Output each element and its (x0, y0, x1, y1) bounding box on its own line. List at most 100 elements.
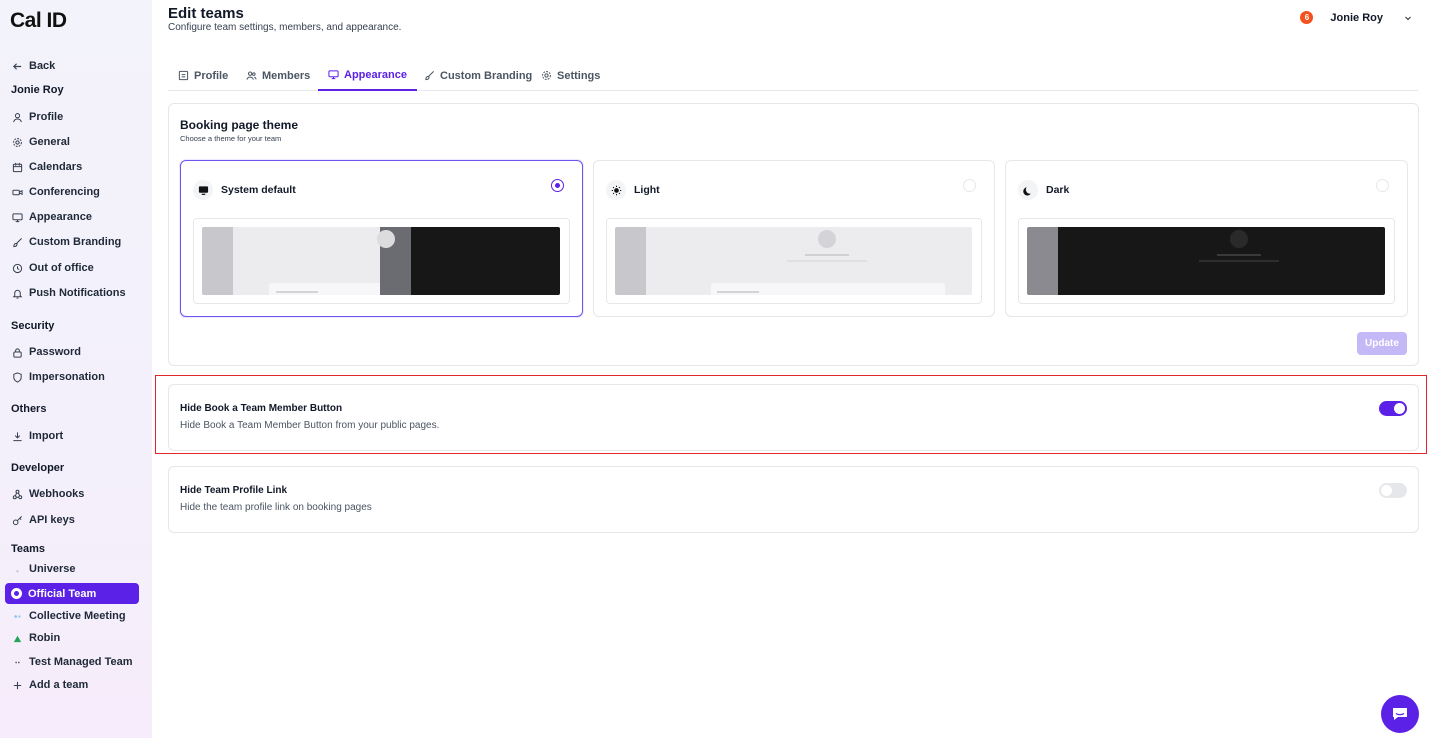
sidebar-item-label: Test Managed Team (29, 656, 133, 668)
account-name: Jonie Roy (11, 84, 64, 96)
theme-option-label: System default (221, 184, 296, 196)
theme-subtitle: Choose a theme for your team (180, 134, 282, 143)
sidebar-item-api-keys[interactable]: API keys (11, 510, 75, 530)
sidebar-team-official-team[interactable]: Official Team (5, 583, 139, 604)
sun-icon (606, 180, 626, 200)
theme-option-label: Light (634, 184, 660, 196)
calendar-icon (11, 161, 23, 173)
user-name: Jonie Roy (1330, 11, 1383, 24)
section-others: Others (11, 403, 47, 415)
tab-appearance[interactable]: Appearance (318, 60, 417, 91)
setting-title: Hide Book a Team Member Button (180, 403, 343, 414)
update-button[interactable]: Update (1357, 332, 1407, 355)
sidebar-item-appearance[interactable]: Appearance (11, 207, 92, 227)
monitor-icon (193, 180, 213, 200)
sidebar-item-label: Appearance (29, 211, 92, 223)
sidebar-item-general[interactable]: General (11, 132, 70, 152)
hide-book-button-toggle[interactable] (1379, 401, 1407, 416)
theme-radio[interactable] (1376, 179, 1389, 192)
section-teams: Teams (11, 543, 46, 555)
tab-label: Members (262, 69, 311, 82)
hide-profile-link-setting: Hide Team Profile Link Hide the team pro… (168, 466, 1419, 533)
sidebar-item-calendars[interactable]: Calendars (11, 157, 82, 177)
key-icon (11, 514, 23, 526)
sidebar-item-label: Custom Branding (29, 236, 122, 248)
sidebar-team-universe[interactable]: Universe (11, 559, 75, 579)
theme-option-header: Dark (1018, 180, 1069, 200)
theme-radio[interactable] (963, 179, 976, 192)
arrow-left-icon (11, 60, 23, 72)
sidebar-item-label: Password (29, 346, 81, 358)
brush-icon (11, 236, 23, 248)
sidebar-item-label: Profile (29, 111, 64, 123)
add-team-button[interactable]: Add a team (11, 675, 88, 695)
sidebar-item-label: General (29, 136, 70, 148)
booking-theme-card: Booking page theme Choose a theme for yo… (168, 103, 1419, 366)
sidebar-item-impersonation[interactable]: Impersonation (11, 367, 105, 387)
sidebar-item-label: API keys (29, 514, 75, 526)
sidebar-item-conferencing[interactable]: Conferencing (11, 182, 100, 202)
setting-description: Hide the team profile link on booking pa… (180, 502, 372, 513)
sidebar-item-password[interactable]: Password (11, 342, 81, 362)
video-icon (11, 186, 23, 198)
webhook-icon (11, 488, 23, 500)
tab-bar: Profile Members Appearance Custom Brandi… (168, 60, 1418, 91)
sidebar-item-label: Calendars (29, 161, 83, 173)
chat-support-button[interactable] (1381, 695, 1419, 733)
sidebar-item-profile[interactable]: Profile (11, 107, 63, 127)
lock-icon (11, 346, 23, 358)
monitor-icon (11, 211, 23, 223)
monitor-icon (328, 70, 339, 80)
profile-card-icon (178, 70, 189, 81)
hide-profile-link-toggle[interactable] (1379, 483, 1407, 498)
user-icon (11, 111, 23, 123)
tab-members[interactable]: Members (236, 60, 320, 91)
sidebar-item-label: Push Notifications (29, 287, 126, 299)
sidebar-item-custom-branding[interactable]: Custom Branding (11, 232, 121, 252)
notification-badge[interactable]: 6 (1300, 11, 1314, 24)
page-title: Edit teams (168, 5, 244, 22)
download-icon (11, 430, 23, 442)
app-logo[interactable]: Cal ID (10, 9, 67, 33)
add-team-label: Add a team (29, 679, 89, 691)
sidebar-item-label: Webhooks (29, 488, 85, 500)
sidebar-item-webhooks[interactable]: Webhooks (11, 484, 84, 504)
tab-custom-branding[interactable]: Custom Branding (414, 60, 542, 91)
tab-label: Appearance (344, 68, 407, 81)
theme-preview (606, 218, 982, 304)
theme-option-light[interactable]: Light (593, 160, 995, 317)
team-logo-icon (11, 632, 23, 644)
sidebar-item-import[interactable]: Import (11, 426, 63, 446)
team-logo-icon (11, 563, 23, 575)
section-security: Security (11, 320, 55, 332)
sidebar-item-push-notifications[interactable]: Push Notifications (11, 283, 126, 303)
sidebar-item-label: Collective Meeting (29, 610, 126, 622)
theme-radio[interactable] (551, 179, 564, 192)
theme-option-dark[interactable]: Dark (1005, 160, 1408, 317)
sidebar-item-out-of-office[interactable]: Out of office (11, 258, 94, 278)
sidebar-item-label: Import (29, 430, 64, 442)
sidebar-team-test-managed-team[interactable]: Test Managed Team (11, 652, 133, 672)
theme-option-label: Dark (1046, 184, 1070, 196)
sidebar-team-robin[interactable]: Robin (11, 628, 60, 648)
theme-option-system-default[interactable]: System default (180, 160, 583, 317)
back-label: Back (29, 60, 56, 72)
bell-icon (11, 287, 23, 299)
team-logo-icon (11, 656, 23, 668)
tab-settings[interactable]: Settings (531, 60, 610, 91)
theme-title: Booking page theme (180, 118, 299, 132)
tab-label: Custom Branding (440, 69, 533, 82)
back-link[interactable]: Back (11, 56, 55, 76)
user-menu[interactable]: 6 Jonie Roy (1300, 11, 1413, 24)
theme-preview (1018, 218, 1395, 304)
tab-profile[interactable]: Profile (168, 60, 238, 91)
sidebar-item-label: Conferencing (29, 186, 100, 198)
gear-icon (11, 136, 23, 148)
sidebar-item-label: Robin (29, 632, 61, 644)
sidebar-team-collective-meeting[interactable]: Collective Meeting (11, 606, 126, 626)
theme-option-header: Light (606, 180, 660, 200)
page-subtitle: Configure team settings, members, and ap… (168, 22, 402, 33)
shield-icon (11, 371, 23, 383)
users-icon (246, 71, 257, 80)
sidebar-item-label: Impersonation (29, 371, 105, 383)
